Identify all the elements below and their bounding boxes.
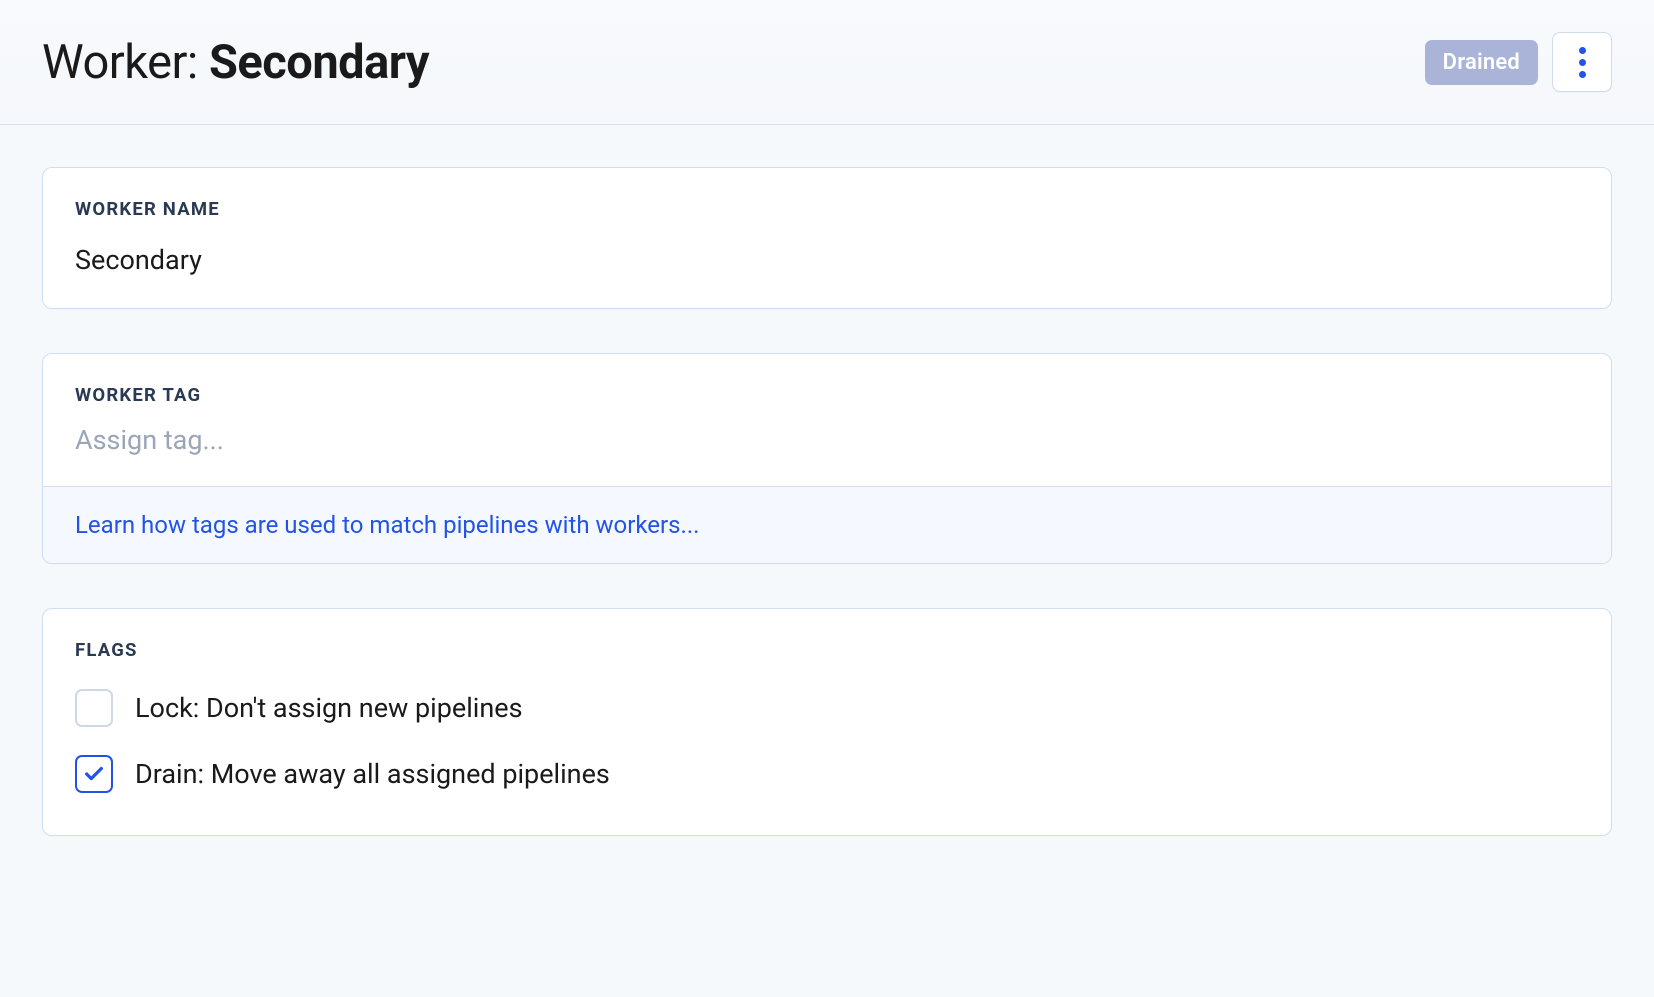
drain-flag-label[interactable]: Drain: Move away all assigned pipelines	[135, 758, 610, 790]
lock-checkbox[interactable]	[75, 689, 113, 727]
worker-name-label: WORKER NAME	[43, 168, 1611, 220]
page-header: Worker: Secondary Drained	[0, 0, 1654, 125]
worker-tag-card: WORKER TAG Learn how tags are used to ma…	[42, 353, 1612, 564]
flags-card: FLAGS Lock: Don't assign new pipelines D…	[42, 608, 1612, 836]
check-icon	[83, 763, 105, 785]
worker-tag-input[interactable]	[75, 424, 1579, 456]
flag-row-lock: Lock: Don't assign new pipelines	[75, 675, 1579, 741]
drain-checkbox[interactable]	[75, 755, 113, 793]
worker-tag-help: Learn how tags are used to match pipelin…	[43, 486, 1611, 563]
vertical-dots-icon	[1579, 47, 1586, 78]
flags-list: Lock: Don't assign new pipelines Drain: …	[43, 661, 1611, 835]
page-title: Worker: Secondary	[42, 35, 429, 90]
worker-name-card: WORKER NAME Secondary	[42, 167, 1612, 309]
more-menu-button[interactable]	[1552, 32, 1612, 92]
title-prefix: Worker:	[42, 35, 209, 90]
flag-row-drain: Drain: Move away all assigned pipelines	[75, 741, 1579, 807]
flags-label: FLAGS	[43, 609, 1611, 661]
title-worker-name: Secondary	[209, 35, 429, 90]
tags-help-link[interactable]: Learn how tags are used to match pipelin…	[75, 511, 700, 539]
content-area: WORKER NAME Secondary WORKER TAG Learn h…	[0, 125, 1654, 922]
header-actions: Drained	[1425, 32, 1612, 92]
lock-flag-label[interactable]: Lock: Don't assign new pipelines	[135, 692, 523, 724]
worker-name-value[interactable]: Secondary	[43, 220, 1611, 308]
worker-tag-label: WORKER TAG	[43, 354, 1611, 406]
status-badge: Drained	[1425, 40, 1538, 85]
